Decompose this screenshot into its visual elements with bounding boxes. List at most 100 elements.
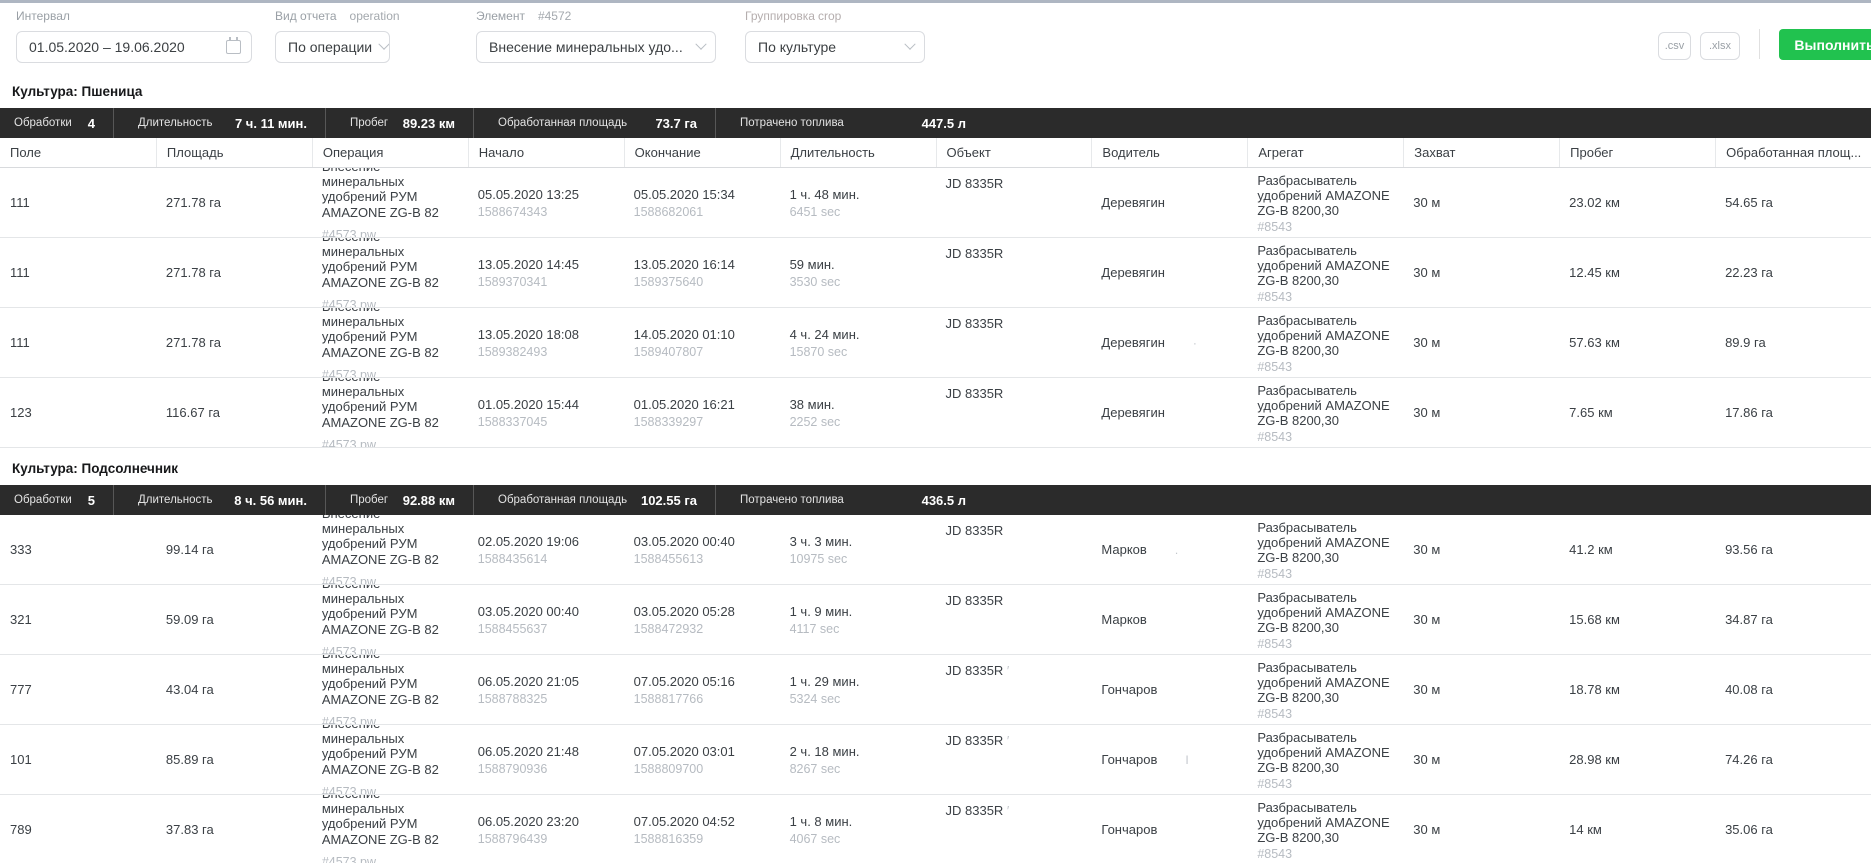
end-timestamp: 1588809700 [634, 762, 780, 776]
end-datetime: 07.05.2020 05:16 [634, 674, 780, 689]
run-report-button[interactable]: Выполнить [1779, 29, 1871, 60]
duration-seconds: 15870 sec [790, 345, 936, 359]
operation-text: Внесениеминеральныхудобрений РУМAMAZONE … [322, 308, 462, 377]
cell-driver: Деревягин [1091, 168, 1247, 237]
grouping-select[interactable]: По культуре [745, 31, 925, 63]
cell-area: 271.78 га [156, 308, 312, 377]
start-datetime: 13.05.2020 18:08 [478, 327, 624, 342]
cell-mileage: 57.63 км [1559, 308, 1715, 377]
cell-start: 01.05.2020 15:441588337045 [468, 378, 624, 447]
section-title: Культура: Подсолнечник [0, 448, 1871, 485]
operation-line: AMAZONE ZG-B 82 [322, 832, 462, 847]
cell-field: 101 [0, 725, 156, 794]
export-csv-button[interactable]: .csv [1658, 32, 1691, 60]
duration-seconds: 4067 sec [790, 832, 936, 846]
cell-field: 333 [0, 515, 156, 584]
table-row: 111271.78 гаВнесениеминеральныхудобрений… [0, 168, 1871, 238]
table-row: 77743.04 гаВнесениеминеральныхудобрений … [0, 655, 1871, 725]
driver-note: . [1175, 543, 1178, 557]
column-header: Обработанная площ... [1715, 138, 1871, 167]
end-datetime: 13.05.2020 16:14 [634, 257, 780, 272]
duration-seconds: 8267 sec [790, 762, 936, 776]
chevron-down-icon [904, 39, 915, 50]
column-header: Агрегат [1247, 138, 1403, 167]
summary-segment: Обработки4 [0, 108, 114, 138]
cell-duration: 2 ч. 18 мин.8267 sec [780, 725, 936, 794]
implement-id: #8543 [1257, 220, 1403, 234]
end-datetime: 05.05.2020 15:34 [634, 187, 780, 202]
cell-duration: 1 ч. 9 мин.4117 sec [780, 585, 936, 654]
implement-id: #8543 [1257, 430, 1403, 444]
driver-name: Деревягин [1101, 335, 1164, 350]
summary-segment: Длительность7 ч. 11 мин. [114, 108, 326, 138]
start-datetime: 06.05.2020 21:48 [478, 744, 624, 759]
cell-implement: Разбрасыватель удобрений AMAZONE ZG-B 82… [1247, 585, 1403, 654]
cell-start: 06.05.2020 23:201588796439 [468, 795, 624, 863]
cell-processed: 54.65 га [1715, 168, 1871, 237]
cell-operation: Внесениеминеральныхудобрений РУМAMAZONE … [312, 168, 468, 237]
cell-end: 07.05.2020 04:521588816359 [624, 795, 780, 863]
cell-object: JD 8335R [936, 515, 1092, 584]
grouping-filter: Группировкаcrop По культуре [745, 9, 925, 63]
report-type-label: Вид отчетаoperation [275, 9, 400, 23]
object-note: ′ [1003, 803, 1009, 818]
table-row: 111271.78 гаВнесениеминеральныхудобрений… [0, 308, 1871, 378]
report-type-label-text: Вид отчета [275, 9, 337, 23]
end-timestamp: 1588455613 [634, 552, 780, 566]
driver-name: Гончаров [1101, 682, 1157, 697]
cell-driver: Гончаров [1091, 655, 1247, 724]
driver-name: Марков [1101, 612, 1146, 627]
operation-line: удобрений РУМ [322, 676, 462, 691]
cell-duration: 1 ч. 29 мин.5324 sec [780, 655, 936, 724]
element-label: Элемент#4572 [476, 9, 716, 23]
cell-start: 03.05.2020 00:401588455637 [468, 585, 624, 654]
cell-object: JD 8335R [936, 585, 1092, 654]
interval-value: 01.05.2020 – 19.06.2020 [29, 39, 185, 55]
end-datetime: 03.05.2020 00:40 [634, 534, 780, 549]
cell-area: 59.09 га [156, 585, 312, 654]
start-datetime: 06.05.2020 23:20 [478, 814, 624, 829]
report-type-select[interactable]: По операции [275, 31, 390, 63]
operation-line: AMAZONE ZG-B 82 [322, 552, 462, 567]
operation-line: минеральных [322, 801, 462, 816]
column-header: Водитель [1091, 138, 1247, 167]
operation-id: #4573 pw [322, 785, 462, 794]
duration-text: 3 ч. 3 мин. [790, 534, 936, 549]
driver-name: Гончаров [1101, 822, 1157, 837]
implement-id: #8543 [1257, 847, 1403, 861]
implement-id: #8543 [1257, 567, 1403, 581]
cell-processed: 74.26 га [1715, 725, 1871, 794]
operation-line: минеральных [322, 731, 462, 746]
cell-start: 02.05.2020 19:061588435614 [468, 515, 624, 584]
export-xlsx-button[interactable]: .xlsx [1700, 32, 1740, 60]
operation-line: минеральных [322, 661, 462, 676]
start-timestamp: 1588435614 [478, 552, 624, 566]
element-select[interactable]: Внесение минеральных удо... [476, 31, 716, 63]
chevron-down-icon [695, 39, 706, 50]
cell-processed: 22.23 га [1715, 238, 1871, 307]
duration-text: 1 ч. 8 мин. [790, 814, 936, 829]
duration-text: 1 ч. 9 мин. [790, 604, 936, 619]
report-type-filter: Вид отчетаoperation По операции [275, 9, 400, 63]
table-row: 10185.89 гаВнесениеминеральныхудобрений … [0, 725, 1871, 795]
cell-end: 14.05.2020 01:101589407807 [624, 308, 780, 377]
driver-note: · [1193, 336, 1197, 350]
cell-driver: Деревягин [1091, 238, 1247, 307]
cell-processed: 35.06 га [1715, 795, 1871, 863]
duration-seconds: 10975 sec [790, 552, 936, 566]
interval-input[interactable]: 01.05.2020 – 19.06.2020 [16, 31, 252, 63]
summary-label: Обработки [0, 494, 72, 506]
cell-field: 777 [0, 655, 156, 724]
operation-line: удобрений РУМ [322, 259, 462, 274]
end-datetime: 07.05.2020 04:52 [634, 814, 780, 829]
element-filter: Элемент#4572 Внесение минеральных удо... [476, 9, 716, 63]
operation-text: Внесениеминеральныхудобрений РУМAMAZONE … [322, 168, 462, 237]
driver-name: Деревягин [1101, 195, 1164, 210]
cell-mileage: 14 км [1559, 795, 1715, 863]
summary-segment: Потрачено топлива447.5 л [716, 108, 984, 138]
cell-area: 85.89 га [156, 725, 312, 794]
calendar-icon [226, 40, 241, 54]
implement-name: Разбрасыватель удобрений AMAZONE ZG-B 82… [1257, 590, 1403, 636]
cell-end: 05.05.2020 15:341588682061 [624, 168, 780, 237]
cell-driver: Деревягин · [1091, 308, 1247, 377]
